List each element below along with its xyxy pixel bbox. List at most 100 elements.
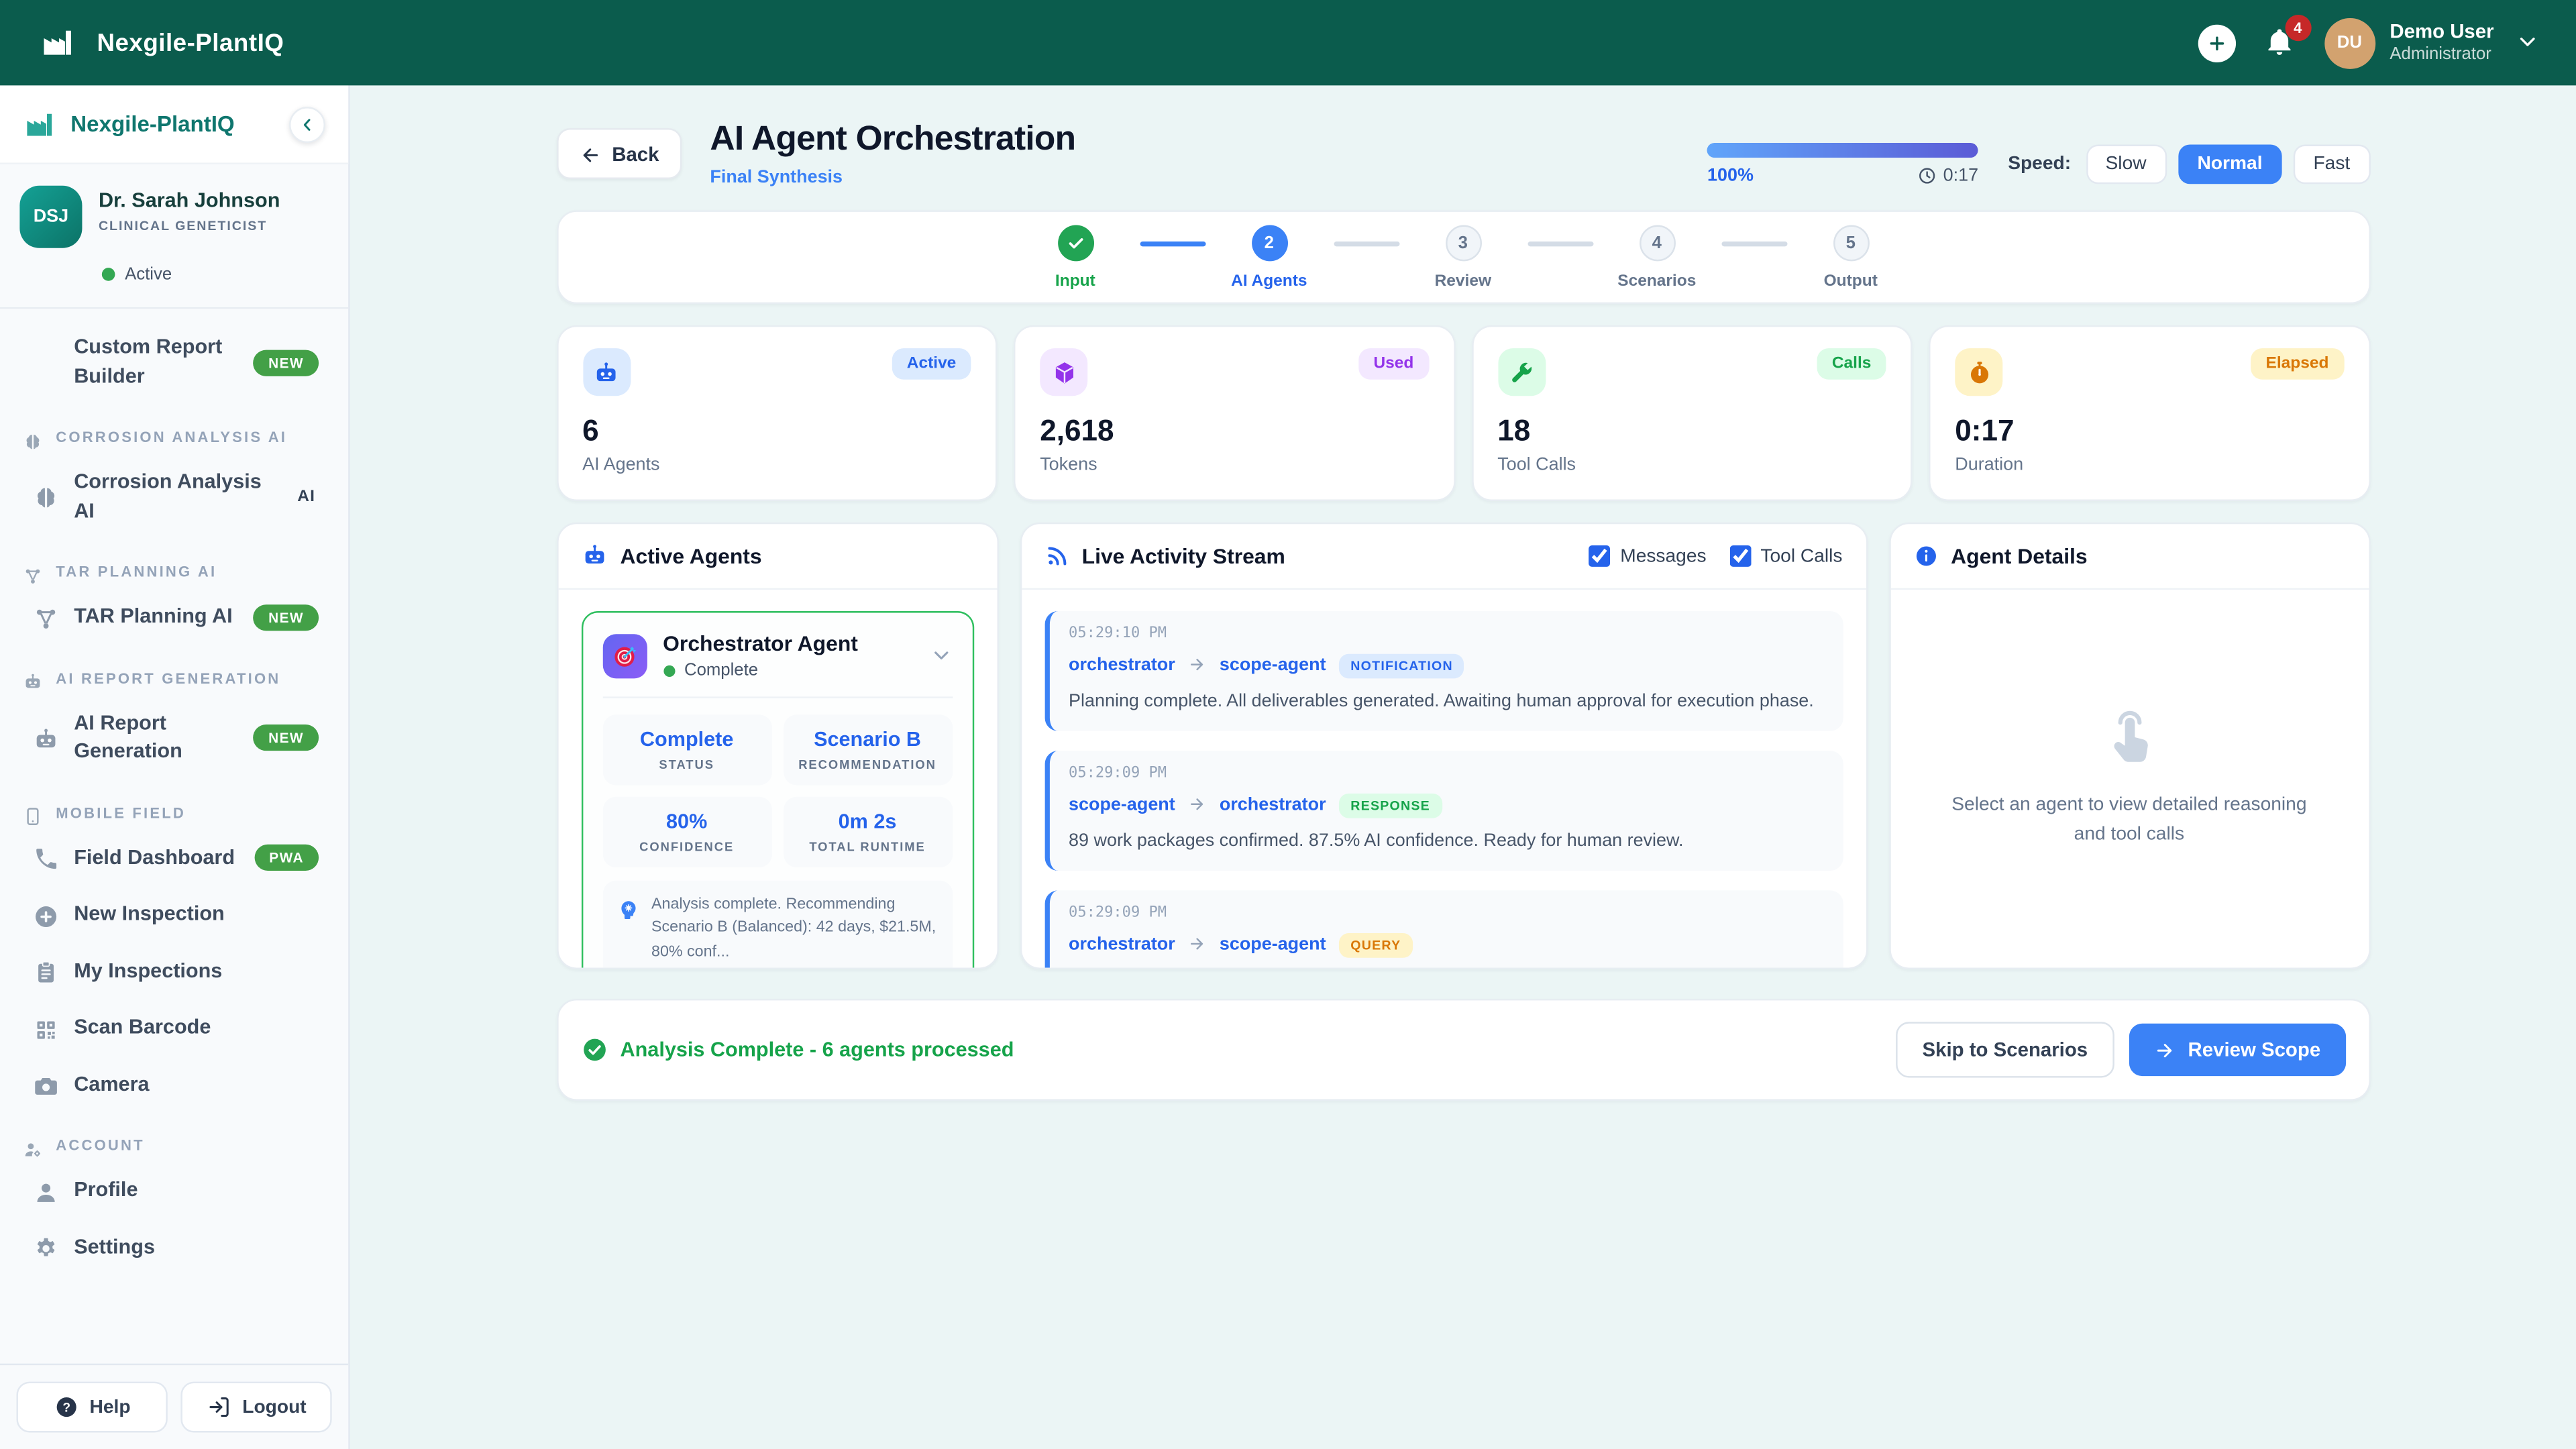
step-connector — [1721, 241, 1786, 246]
entry-to-agent[interactable]: scope-agent — [1220, 655, 1326, 675]
sidebar-item-camera[interactable]: Camera — [10, 1057, 339, 1112]
brand-block: Nexgile-PlantIQ — [36, 21, 284, 64]
step-output[interactable]: 5 Output — [1786, 225, 1915, 290]
speed-fast-button[interactable]: Fast — [2294, 145, 2370, 184]
sidebar-item-ai-report-generation[interactable]: AI Report Generation NEW — [10, 696, 339, 780]
step-input[interactable]: Input — [1011, 225, 1139, 290]
sidebar-item-scan-barcode[interactable]: Scan Barcode — [10, 1000, 339, 1055]
stat-card-tool-calls: Calls 18 Tool Calls — [1471, 325, 1913, 501]
review-scope-button[interactable]: Review Scope — [2129, 1024, 2345, 1077]
top-bar-actions: 4 DU Demo User Administrator — [2198, 17, 2540, 68]
step-ai-agents[interactable]: 2 AI Agents — [1205, 225, 1333, 290]
filter-tool-calls[interactable]: Tool Calls — [1729, 545, 1843, 567]
user-gear-icon — [23, 1135, 42, 1155]
arrow-right-icon — [2153, 1038, 2175, 1062]
activity-entry[interactable]: 05:29:10 PM orchestrator scope-agent NOT… — [1044, 611, 1842, 731]
workflow-stepper: Input 2 AI Agents 3 Review 4 — [556, 211, 2370, 305]
entry-message: 89 work packages confirmed. 87.5% AI con… — [1069, 830, 1823, 856]
robot-icon — [582, 349, 630, 396]
arrow-right-icon — [1188, 651, 1206, 680]
filter-messages[interactable]: Messages — [1589, 545, 1707, 567]
sidebar-item-new-inspection[interactable]: New Inspection — [10, 887, 339, 942]
entry-timestamp: 05:29:09 PM — [1069, 905, 1823, 921]
sidebar-item-profile[interactable]: Profile — [10, 1163, 339, 1218]
activity-entry[interactable]: 05:29:09 PM scope-agent orchestrator RES… — [1044, 751, 1842, 871]
entry-to-agent[interactable]: scope-agent — [1220, 935, 1326, 955]
tool-calls-checkbox[interactable] — [1729, 545, 1751, 567]
skip-to-scenarios-button[interactable]: Skip to Scenarios — [1896, 1022, 2114, 1078]
avatar: DU — [2324, 17, 2375, 68]
panel-title: Active Agents — [620, 544, 973, 569]
check-circle-icon — [581, 1037, 607, 1063]
sidebar-nav: Custom Report Builder NEW CORROSION ANAL… — [0, 309, 348, 1363]
network-icon — [33, 604, 59, 631]
notifications-button[interactable]: 4 — [2263, 26, 2296, 59]
step-scenarios[interactable]: 4 Scenarios — [1593, 225, 1721, 290]
user-role: Administrator — [2390, 45, 2493, 66]
chevron-down-icon[interactable] — [2515, 28, 2540, 58]
entry-timestamp: 05:29:09 PM — [1069, 765, 1823, 782]
speed-controls: Speed: Slow Normal Fast — [2008, 145, 2369, 184]
activity-entry[interactable]: 05:29:09 PM orchestrator scope-agent QUE… — [1044, 890, 1842, 967]
info-icon — [1913, 541, 1938, 571]
entry-from-agent[interactable]: orchestrator — [1069, 655, 1175, 675]
speed-normal-button[interactable]: Normal — [2178, 145, 2282, 184]
stat-value: 6 — [582, 414, 971, 448]
main-content: Back AI Agent Orchestration Final Synthe… — [350, 85, 2576, 1449]
back-button[interactable]: Back — [556, 129, 682, 178]
agent-card-orchestrator[interactable]: Orchestrator Agent Complete — [581, 611, 973, 967]
add-button[interactable] — [2198, 24, 2235, 62]
activity-entries: 05:29:10 PM orchestrator scope-agent NOT… — [1044, 611, 1842, 967]
entry-type-badge: QUERY — [1339, 932, 1412, 957]
entry-message: Planning complete. All deliverables gene… — [1069, 690, 1823, 716]
chevron-down-icon[interactable] — [929, 641, 952, 670]
sidebar-user-role: CLINICAL GENETICIST — [99, 219, 280, 233]
stat-value: 2,618 — [1040, 414, 1428, 448]
help-button[interactable]: Help — [16, 1382, 167, 1433]
sidebar-item-tar-planning-ai[interactable]: TAR Planning AI NEW — [10, 590, 339, 645]
metric-runtime: 0m 2s TOTAL RUNTIME — [783, 797, 952, 867]
page-subtitle[interactable]: Final Synthesis — [710, 168, 1075, 187]
new-badge: NEW — [254, 349, 319, 375]
speed-slow-button[interactable]: Slow — [2086, 145, 2166, 184]
sidebar-section-ai-report-generation: AI REPORT GENERATION — [0, 647, 348, 694]
reasoning-head-icon — [617, 896, 640, 918]
app-window: Nexgile-PlantIQ 4 DU Demo User Administr… — [0, 0, 2576, 1449]
sidebar-item-custom-report-builder[interactable]: Custom Report Builder NEW — [10, 321, 339, 405]
entry-to-agent[interactable]: orchestrator — [1220, 795, 1326, 814]
arrow-right-icon — [1188, 930, 1206, 959]
messages-checkbox[interactable] — [1589, 545, 1611, 567]
live-activity-panel: Live Activity Stream Messages Tool Calls — [1020, 523, 1868, 969]
sidebar-section-account: ACCOUNT — [0, 1114, 348, 1161]
pwa-badge: PWA — [254, 845, 319, 871]
status-badge: Elapsed — [2251, 349, 2343, 380]
robot-icon — [581, 541, 607, 571]
entry-from-agent[interactable]: orchestrator — [1069, 935, 1175, 955]
sidebar-section-corrosion-analysis: CORROSION ANALYSIS AI — [0, 406, 348, 453]
stat-card-duration: Elapsed 0:17 Duration — [1929, 325, 2370, 501]
wrench-icon — [1497, 349, 1545, 396]
speed-label: Speed: — [2008, 154, 2071, 174]
user-name: Demo User — [2390, 20, 2493, 45]
sidebar-item-my-inspections[interactable]: My Inspections — [10, 944, 339, 999]
sidebar-item-settings[interactable]: Settings — [10, 1220, 339, 1275]
entry-type-badge: NOTIFICATION — [1339, 653, 1464, 678]
step-review[interactable]: 3 Review — [1399, 225, 1527, 290]
new-badge: NEW — [254, 724, 319, 751]
panel-title: Agent Details — [1951, 544, 2345, 569]
status-dot — [102, 268, 115, 281]
agent-metrics: Complete STATUS Scenario B RECOMMENDATIO… — [602, 715, 953, 868]
stat-card-tokens: Used 2,618 Tokens — [1014, 325, 1455, 501]
agent-status: Complete — [663, 661, 858, 680]
sidebar-collapse-button[interactable] — [289, 106, 325, 142]
sidebar-item-corrosion-analysis-ai[interactable]: Corrosion Analysis AI AI — [10, 455, 339, 539]
sidebar-user-name: Dr. Sarah Johnson — [99, 186, 280, 212]
stat-label: Duration — [1955, 455, 2343, 475]
user-menu[interactable]: DU Demo User Administrator — [2324, 17, 2540, 68]
logout-button[interactable]: Logout — [180, 1382, 331, 1433]
stat-value: 0:17 — [1955, 414, 2343, 448]
entry-from-agent[interactable]: scope-agent — [1069, 795, 1175, 814]
agent-details-panel: Agent Details Select an agent to view de… — [1888, 523, 2370, 969]
sidebar-header: Nexgile-PlantIQ — [0, 85, 348, 164]
sidebar-item-field-dashboard[interactable]: Field Dashboard PWA — [10, 830, 339, 885]
